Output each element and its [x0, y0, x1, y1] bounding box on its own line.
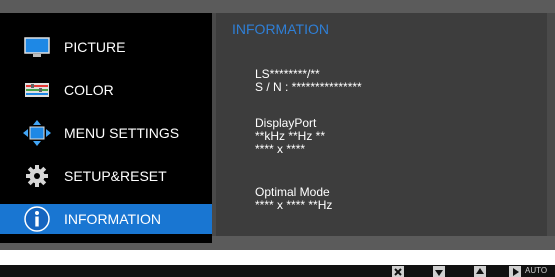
- sidebar-item-label: INFORMATION: [64, 211, 161, 227]
- sidebar-item-menu-settings[interactable]: MENU SETTINGS: [0, 118, 212, 148]
- information-panel: INFORMATION LS********/** S / N : ******…: [212, 13, 555, 236]
- sidebar-item-label: COLOR: [64, 82, 114, 98]
- sidebar-item-color[interactable]: COLOR: [0, 75, 212, 105]
- monitor-icon: [22, 34, 52, 60]
- optimal-mode-value: **** x **** **Hz: [255, 198, 333, 212]
- sidebar-item-label: MENU SETTINGS: [64, 125, 180, 141]
- move-arrows-icon: [22, 120, 52, 146]
- sidebar-item-label: SETUP&RESET: [64, 168, 167, 184]
- arrow-down-icon[interactable]: [433, 265, 445, 277]
- auto-button[interactable]: AUTO: [525, 265, 547, 277]
- sidebar-menu: PICTURE COLOR MENU SETTINGS SETUP&RESET …: [0, 13, 212, 243]
- bottom-button-bar: AUTO: [0, 265, 555, 277]
- information-panel-body: INFORMATION LS********/** S / N : ******…: [216, 13, 547, 236]
- arrow-up-icon[interactable]: [474, 265, 486, 277]
- info-icon: [22, 206, 52, 232]
- sidebar-item-setup-reset[interactable]: SETUP&RESET: [0, 161, 212, 191]
- osd-menu: PICTURE COLOR MENU SETTINGS SETUP&RESET …: [0, 0, 555, 250]
- sidebar-item-label: PICTURE: [64, 39, 126, 55]
- color-bars-icon: [22, 77, 52, 103]
- sidebar-item-information[interactable]: INFORMATION: [0, 204, 212, 234]
- resolution: **** x ****: [255, 142, 306, 156]
- panel-title: INFORMATION: [232, 21, 329, 37]
- sidebar-item-picture[interactable]: PICTURE: [0, 32, 212, 62]
- serial-number: S / N : ***************: [255, 80, 362, 94]
- arrow-right-icon[interactable]: [509, 265, 521, 277]
- close-icon[interactable]: [392, 265, 404, 277]
- gear-icon: [22, 163, 52, 189]
